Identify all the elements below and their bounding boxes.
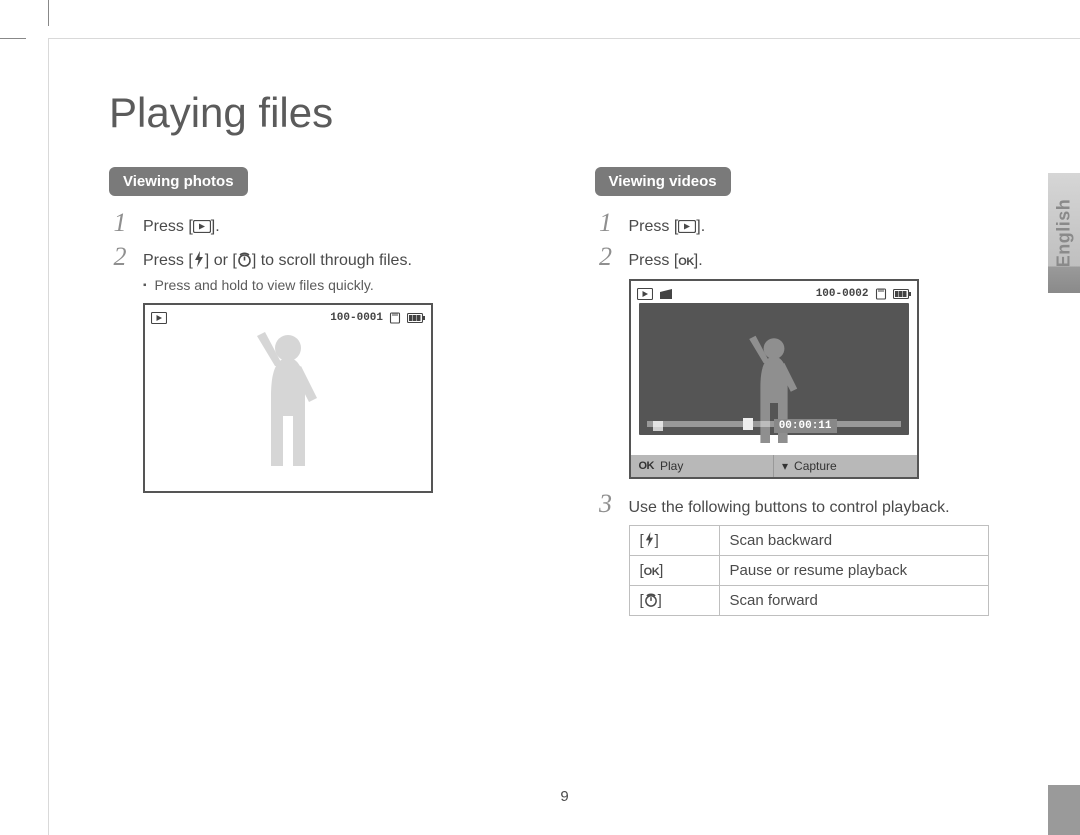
timer-icon: [237, 252, 252, 267]
column-videos: Viewing videos 1 Press []. 2 Press [OK].: [595, 167, 1041, 616]
flash-icon: [193, 251, 205, 267]
movie-icon: [659, 288, 673, 300]
photo-preview-screen: 100-0001: [143, 303, 433, 493]
section-heading-videos: Viewing videos: [595, 167, 731, 196]
control-desc-cell: Scan forward: [719, 586, 988, 616]
table-row: [] Scan forward: [629, 586, 988, 616]
playback-icon: [193, 220, 211, 233]
videos-step-3: 3 Use the following buttons to control p…: [595, 489, 1041, 519]
step-body: Press [].: [143, 216, 220, 238]
page-title: Playing files: [109, 89, 1040, 137]
playback-controls-table: [] Scan backward [OK] Pause or resume pl…: [629, 525, 989, 616]
table-row: [OK] Pause or resume playback: [629, 556, 988, 586]
table-row: [] Scan backward: [629, 526, 988, 556]
manual-page: English Playing files Viewing photos 1 P…: [48, 38, 1080, 835]
control-desc-cell: Scan backward: [719, 526, 988, 556]
flash-icon: [644, 532, 655, 547]
down-triangle-icon: ▾: [782, 459, 788, 473]
person-silhouette: [243, 326, 333, 476]
playback-mode-icon: [151, 312, 167, 324]
control-desc-cell: Pause or resume playback: [719, 556, 988, 586]
column-photos: Viewing photos 1 Press []. 2 Press [] or…: [109, 167, 555, 616]
ok-icon: OK: [678, 256, 694, 268]
step-number: 1: [109, 208, 131, 238]
crop-mark-vertical: [48, 0, 49, 26]
step-number: 2: [109, 242, 131, 272]
photos-step-1: 1 Press [].: [109, 208, 555, 238]
control-key-cell: []: [629, 586, 719, 616]
control-key-cell: [OK]: [629, 556, 719, 586]
battery-icon: [407, 313, 425, 323]
photos-step-2: 2 Press [] or [] to scroll through files…: [109, 242, 555, 272]
file-number-label: 100-0001: [330, 312, 383, 324]
ok-icon: OK: [639, 460, 655, 472]
photos-bullet: Press and hold to view files quickly.: [143, 277, 555, 293]
playback-icon: [678, 220, 696, 233]
playback-mode-icon: [637, 288, 653, 300]
thumb-tab-bottom: [1048, 785, 1080, 835]
ok-icon: OK: [644, 566, 660, 578]
step-body: Press [] or [] to scroll through files.: [143, 250, 412, 272]
language-tab: English: [1048, 173, 1080, 293]
file-number-label: 100-0002: [816, 288, 869, 300]
step-body: Press [OK].: [629, 250, 703, 272]
progress-marker: [743, 418, 753, 430]
video-footer-bar: OK Play ▾ Capture: [631, 455, 917, 477]
footer-capture-label: Capture: [794, 459, 837, 473]
card-icon: [875, 288, 887, 300]
card-icon: [389, 312, 401, 324]
video-preview-screen: 100-0002 00:00:11 OK Play ▾ Capture: [629, 279, 919, 479]
step-body: Use the following buttons to control pla…: [629, 497, 950, 519]
language-tab-label: English: [1054, 199, 1075, 268]
step-number: 1: [595, 208, 617, 238]
footer-play-label: Play: [660, 459, 683, 473]
person-silhouette: [734, 331, 814, 451]
step-body: Press [].: [629, 216, 706, 238]
elapsed-time: 00:00:11: [774, 419, 837, 433]
page-number: 9: [560, 788, 568, 805]
control-key-cell: []: [629, 526, 719, 556]
videos-step-1: 1 Press [].: [595, 208, 1041, 238]
crop-mark-horizontal: [0, 38, 26, 39]
battery-icon: [893, 289, 911, 299]
step-number: 2: [595, 242, 617, 272]
step-number: 3: [595, 489, 617, 519]
timer-icon: [644, 593, 658, 607]
section-heading-photos: Viewing photos: [109, 167, 248, 196]
videos-step-2: 2 Press [OK].: [595, 242, 1041, 272]
